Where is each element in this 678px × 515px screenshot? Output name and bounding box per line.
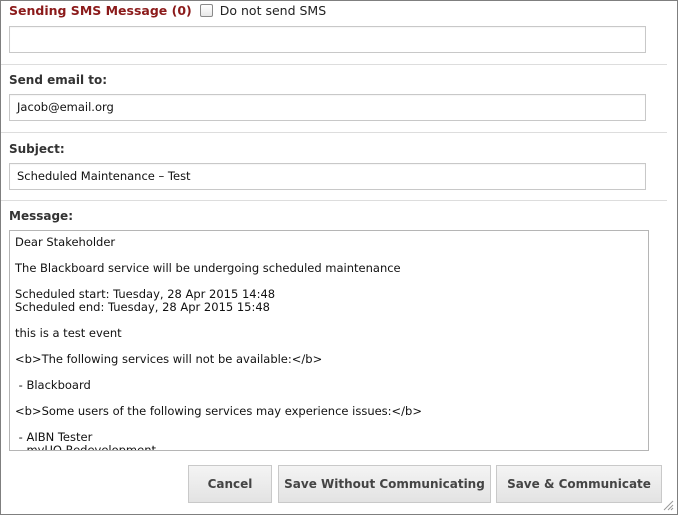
subject-input[interactable]: Scheduled Maintenance – Test	[9, 163, 646, 190]
save-without-communicating-button[interactable]: Save Without Communicating	[278, 465, 491, 503]
email-label: Send email to:	[9, 73, 108, 87]
cancel-button[interactable]: Cancel	[188, 465, 272, 503]
subject-label: Subject:	[9, 142, 65, 156]
divider	[1, 132, 667, 133]
save-and-communicate-button[interactable]: Save & Communicate	[496, 465, 662, 503]
message-body[interactable]: Dear Stakeholder The Blackboard service …	[10, 231, 648, 451]
sms-header: Sending SMS Message (0) Do not send SMS	[9, 2, 326, 18]
sms-message-input[interactable]	[9, 26, 646, 53]
do-not-send-sms-label[interactable]: Do not send SMS	[220, 3, 326, 18]
resize-grip-icon[interactable]	[662, 499, 674, 511]
message-label: Message:	[9, 209, 73, 223]
do-not-send-sms-checkbox[interactable]	[199, 3, 213, 17]
email-to-input[interactable]: Jacob@email.org	[9, 94, 646, 121]
divider	[1, 64, 667, 65]
message-textarea[interactable]: Dear Stakeholder The Blackboard service …	[9, 230, 649, 451]
divider	[1, 200, 667, 201]
communication-form: Sending SMS Message (0) Do not send SMS …	[0, 0, 678, 515]
sms-title: Sending SMS Message (0)	[9, 2, 192, 18]
